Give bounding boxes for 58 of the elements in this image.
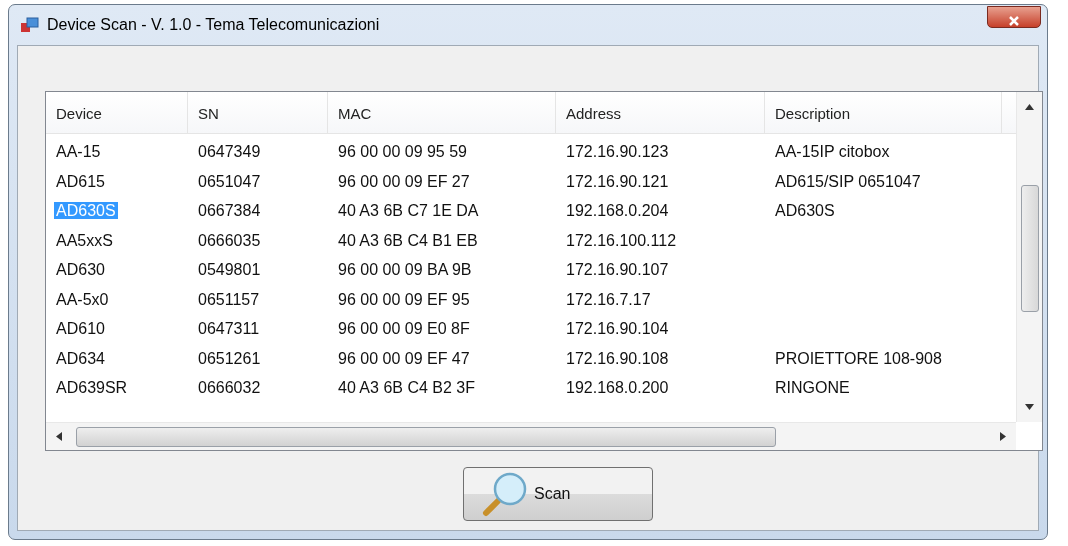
close-button[interactable] — [987, 6, 1041, 28]
table-cell: AD630S — [775, 202, 835, 219]
table-cell: 172.16.100.112 — [566, 231, 677, 249]
table-cell: 172.16.90.108 — [566, 349, 669, 367]
column-header[interactable]: Description — [765, 92, 1002, 133]
table-cell: 172.16.90.104 — [566, 320, 669, 337]
table-cell[interactable]: AD639SR — [56, 379, 128, 396]
column-header[interactable]: MAC — [328, 92, 556, 133]
table-cell: 0651157 — [198, 290, 260, 308]
close-icon — [1008, 14, 1020, 27]
table-cell: 40 A3 6B C4 B2 3F — [338, 379, 475, 396]
table-cell: 192.168.0.200 — [566, 379, 669, 396]
table-cell: 40 A3 6B C4 B1 EB — [338, 231, 478, 249]
table-cell: 0647349 — [198, 143, 261, 160]
scroll-thumb[interactable] — [76, 427, 776, 447]
table-cell: AA-15IP citobox — [775, 143, 890, 160]
horizontal-scrollbar[interactable] — [46, 422, 1016, 450]
vertical-scrollbar[interactable] — [1016, 92, 1042, 422]
table-cell[interactable]: AA-5x0 — [56, 290, 109, 308]
table-cell[interactable]: AA5xxS — [56, 231, 113, 249]
table-cell: 172.16.90.121 — [566, 172, 669, 190]
window-title: Device Scan - V. 1.0 - Tema Telecomunicazioni — [47, 15, 380, 35]
table-cell: 96 00 00 09 EF 47 — [338, 349, 470, 367]
column-header[interactable]: Device — [46, 92, 188, 133]
table-cell: 0666035 — [198, 231, 261, 249]
table-cell: 172.16.90.123 — [566, 143, 669, 160]
table-cell: RINGONE — [775, 379, 850, 396]
table-cell: 40 A3 6B C7 1E DA — [338, 202, 479, 219]
table-cell: 96 00 00 09 EF 27 — [338, 172, 470, 190]
table-cell: 172.16.90.107 — [566, 261, 669, 278]
table-cell: 192.168.0.204 — [566, 202, 669, 219]
table-cell: AD615/SIP 0651047 — [775, 172, 921, 190]
table-cell: 0651047 — [198, 172, 261, 190]
table-cell[interactable]: AA-15 — [56, 143, 101, 160]
scroll-thumb[interactable] — [1021, 185, 1039, 312]
column-header[interactable]: Address — [556, 92, 765, 133]
scroll-down-icon[interactable] — [1025, 404, 1034, 410]
table-cell: 0549801 — [198, 261, 261, 278]
scroll-up-icon[interactable] — [1025, 104, 1034, 110]
app-icon — [21, 17, 39, 33]
scroll-right-icon[interactable] — [1000, 432, 1006, 441]
table-cell[interactable]: AD634 — [56, 349, 105, 367]
table-cell: 96 00 00 09 E0 8F — [338, 320, 470, 337]
table-cell[interactable]: AD630 — [56, 261, 105, 278]
table-cell[interactable]: AD610 — [56, 320, 105, 337]
table-cell: 172.16.7.17 — [566, 290, 651, 308]
scan-button[interactable]: Scan — [463, 467, 653, 521]
scroll-left-icon[interactable] — [56, 432, 62, 441]
column-header[interactable]: SN — [188, 92, 328, 133]
table-cell: 0651261 — [198, 349, 261, 367]
table-cell: PROIETTORE 108-908 — [775, 349, 942, 367]
table-cell: 96 00 00 09 EF 95 — [338, 290, 470, 308]
table-cell: 0666032 — [198, 379, 261, 396]
table-cell: 96 00 00 09 BA 9B — [338, 261, 472, 278]
table-cell: 96 00 00 09 95 59 — [338, 143, 467, 160]
table-cell: 0667384 — [198, 202, 261, 219]
table-cell[interactable]: AD615 — [56, 172, 105, 190]
table-cell: 0647311 — [198, 320, 260, 337]
